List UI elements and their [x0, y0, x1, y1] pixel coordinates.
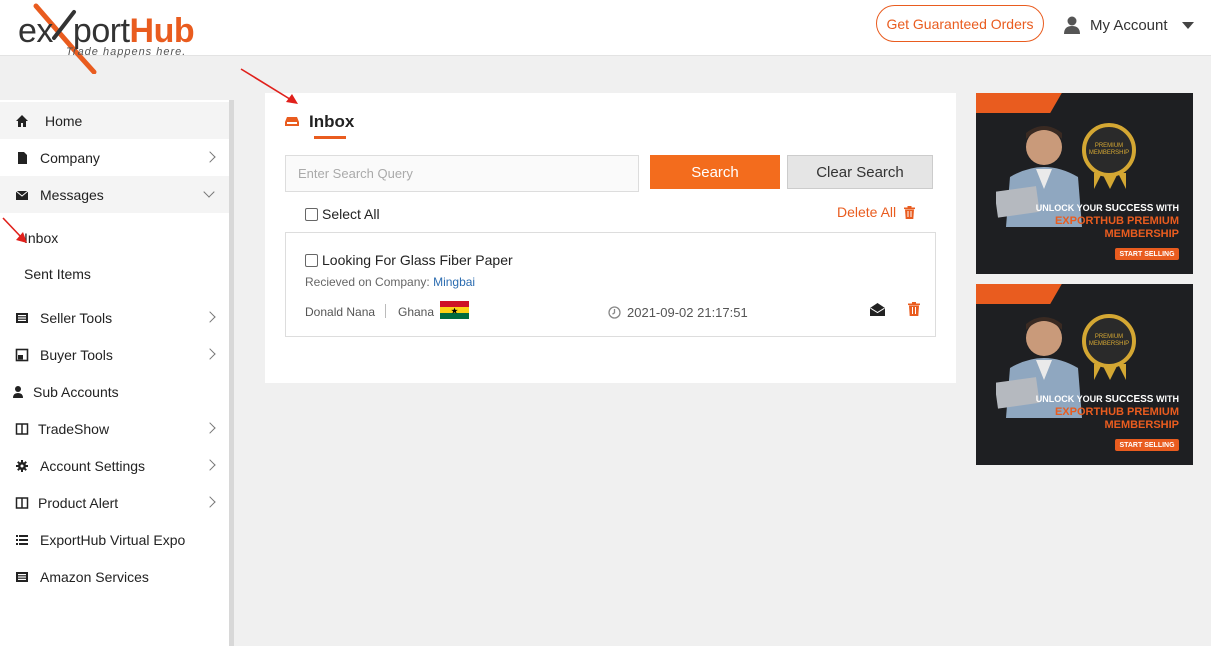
ghana-flag-icon — [440, 301, 469, 319]
chevron-down-icon — [203, 186, 215, 198]
chevron-right-icon — [204, 348, 216, 360]
sidebar-item-label: TradeShow — [38, 420, 110, 437]
message-country: Ghana — [398, 305, 435, 319]
sidebar-item-label: Sub Accounts — [33, 383, 119, 400]
sidebar-item-company[interactable]: Company — [0, 139, 229, 176]
sidebar-item-seller-tools[interactable]: Seller Tools — [0, 299, 229, 336]
get-guaranteed-orders-button[interactable]: Get Guaranteed Orders — [876, 5, 1044, 42]
sidebar-item-label: Seller Tools — [40, 309, 113, 326]
envelope-icon — [15, 190, 29, 200]
user-icon — [1064, 16, 1080, 34]
message-date: 2021-09-02 21:17:51 — [608, 305, 748, 320]
start-selling-button[interactable]: START SELLING — [1115, 248, 1179, 260]
received-prefix: Recieved on Company: — [305, 275, 430, 289]
annotation-arrow-icon — [2, 217, 27, 243]
sidebar-item-sub-accounts[interactable]: Sub Accounts — [0, 373, 229, 410]
top-header: ex portHub Trade happens here. Get Guaran… — [0, 0, 1211, 74]
message-received-on: Recieved on Company: Mingbai — [305, 275, 475, 289]
page-title: Inbox — [309, 112, 355, 131]
annotation-arrow-icon — [240, 68, 298, 104]
sidebar-item-buyer-tools[interactable]: Buyer Tools — [0, 336, 229, 373]
premium-membership-ad[interactable]: PREMIUM MEMBERSHIP UNLOCK YOUR SUCCESS W… — [976, 93, 1193, 274]
sidebar-item-home[interactable]: Home — [0, 102, 229, 139]
search-input[interactable] — [285, 155, 639, 192]
sidebar-item-account-settings[interactable]: Account Settings — [0, 447, 229, 484]
ad-subheadline: EXPORTHUB PREMIUM MEMBERSHIP — [1054, 215, 1179, 240]
ad-headline: UNLOCK YOUR SUCCESS WITH — [1035, 203, 1179, 214]
chevron-right-icon — [204, 422, 216, 434]
logo-tagline: Trade happens here. — [66, 46, 187, 58]
trash-icon[interactable] — [908, 302, 920, 316]
title-underline — [314, 136, 346, 139]
columns-icon — [15, 422, 29, 435]
select-all-checkbox[interactable] — [305, 207, 318, 221]
columns-icon — [15, 496, 29, 509]
sidebar-item-product-alert[interactable]: Product Alert — [0, 484, 229, 521]
message-checkbox[interactable] — [305, 253, 318, 267]
file-icon — [18, 151, 27, 164]
chevron-right-icon — [204, 151, 216, 163]
my-account-menu[interactable]: My Account — [1062, 12, 1194, 38]
message-datetime: 2021-09-02 21:17:51 — [627, 305, 748, 320]
list-icon — [16, 534, 28, 545]
sidebar-scrollbar[interactable] — [229, 100, 234, 646]
premium-membership-ad[interactable]: PREMIUM MEMBERSHIP UNLOCK YOUR SUCCESS W… — [976, 284, 1193, 465]
gear-icon — [16, 459, 28, 472]
sidebar-item-label: Product Alert — [38, 494, 119, 511]
list-icon — [16, 571, 28, 582]
sidebar-item-label: Amazon Services — [40, 568, 149, 585]
sidebar-item-label: Messages — [40, 186, 104, 203]
delete-all-button[interactable]: Delete All — [837, 204, 916, 220]
sidebar-item-label: Account Settings — [40, 457, 146, 474]
sidebar-subitem-sent-items[interactable]: Sent Items — [24, 266, 91, 282]
premium-badge: PREMIUM MEMBERSHIP — [1082, 314, 1136, 368]
sidebar-item-messages[interactable]: Messages — [0, 176, 229, 213]
search-button[interactable]: Search — [650, 155, 780, 189]
divider — [385, 304, 386, 318]
trash-icon — [904, 205, 916, 219]
clock-icon — [608, 306, 621, 319]
select-all-label: Select All — [322, 206, 380, 222]
inbox-tray-icon — [285, 117, 299, 126]
ad-subheadline: EXPORTHUB PREMIUM MEMBERSHIP — [1054, 406, 1179, 431]
select-all-control[interactable]: Select All — [305, 206, 380, 222]
message-list-item[interactable]: Looking For Glass Fiber Paper Recieved o… — [285, 232, 936, 337]
inbox-panel: Inbox Search Clear Search Select All Del… — [265, 93, 956, 383]
envelope-open-icon[interactable] — [870, 302, 885, 317]
chevron-right-icon — [204, 311, 216, 323]
list-icon — [16, 312, 28, 323]
message-subject-text: Looking For Glass Fiber Paper — [322, 252, 513, 268]
caret-down-icon — [1181, 21, 1194, 29]
exporthub-logo[interactable]: ex portHub Trade happens here. — [14, 2, 214, 74]
message-subject[interactable]: Looking For Glass Fiber Paper — [305, 252, 513, 268]
start-selling-button[interactable]: START SELLING — [1115, 439, 1179, 451]
ad-headline: UNLOCK YOUR SUCCESS WITH — [1035, 394, 1179, 405]
premium-badge: PREMIUM MEMBERSHIP — [1082, 123, 1136, 177]
sidebar-item-label: Buyer Tools — [40, 346, 113, 363]
my-account-label: My Account — [1090, 16, 1168, 34]
delete-all-label: Delete All — [837, 204, 897, 220]
message-sender: Donald Nana — [305, 305, 376, 319]
sidebar-item-label: Home — [45, 112, 83, 129]
home-icon — [16, 114, 28, 127]
sidebar-item-label: ExportHub Virtual Expo — [40, 531, 186, 548]
sidebar-item-tradeshow[interactable]: TradeShow — [0, 410, 229, 447]
chevron-right-icon — [204, 459, 216, 471]
clear-search-button[interactable]: Clear Search — [787, 155, 933, 189]
company-link[interactable]: Mingbai — [433, 275, 475, 289]
chevron-right-icon — [204, 496, 216, 508]
user-icon — [13, 385, 23, 398]
image-icon — [15, 348, 29, 361]
sidebar-item-virtual-expo[interactable]: ExportHub Virtual Expo — [0, 521, 229, 558]
sidebar-item-label: Company — [40, 149, 100, 166]
sidebar-item-amazon-services[interactable]: Amazon Services — [0, 558, 229, 595]
